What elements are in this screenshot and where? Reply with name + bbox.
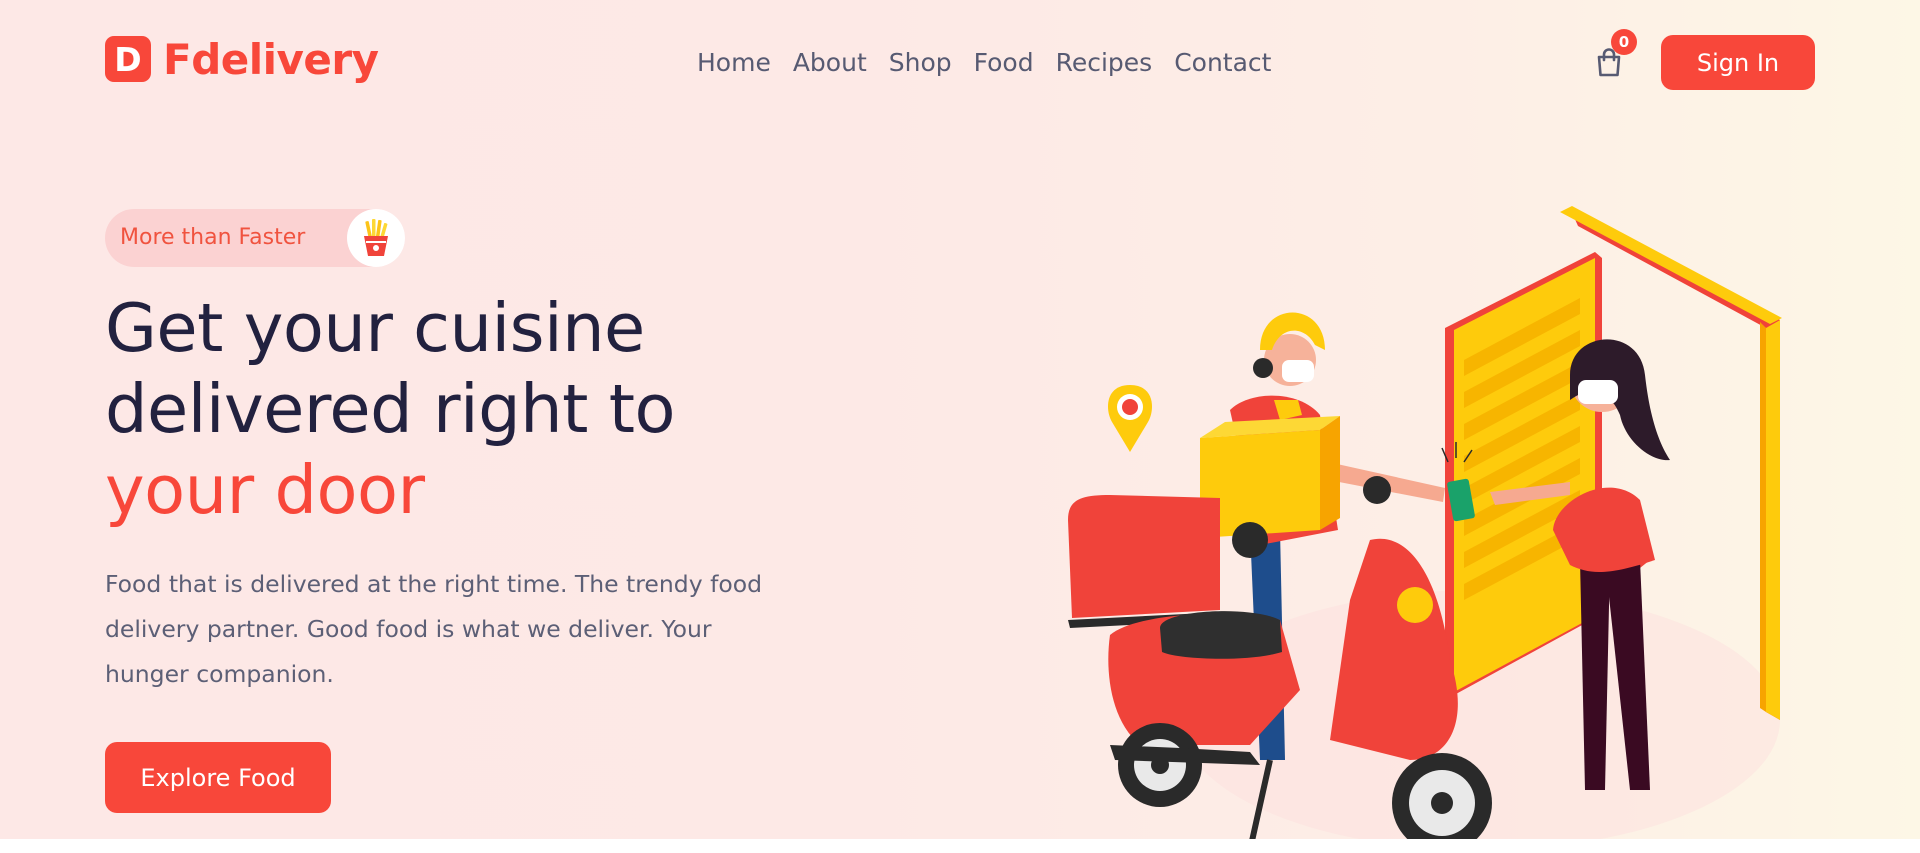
cart-count-badge: 0 xyxy=(1611,29,1637,55)
page: D Fdelivery Home About Shop Food Recipes… xyxy=(0,0,1920,853)
fries-icon xyxy=(364,219,388,256)
headline-line-2: delivered right to xyxy=(105,370,675,448)
nav-food[interactable]: Food xyxy=(974,48,1034,77)
nav-home[interactable]: Home xyxy=(697,48,771,77)
hero-description: Food that is delivered at the right time… xyxy=(105,570,763,688)
nav-shop[interactable]: Shop xyxy=(889,48,952,77)
delivery-illustration xyxy=(1068,206,1782,853)
nav-about[interactable]: About xyxy=(793,48,867,77)
tagline-pill: More than Faster xyxy=(105,209,405,267)
tagline-text: More than Faster xyxy=(120,225,306,250)
logo-mark: D xyxy=(105,36,151,82)
headline-accent: your door xyxy=(105,451,425,529)
brand-name: Fdelivery xyxy=(163,34,379,84)
page-bottom-edge xyxy=(0,839,1920,853)
nav-recipes[interactable]: Recipes xyxy=(1056,48,1153,77)
fries-badge xyxy=(347,209,405,267)
main-nav: Home About Shop Food Recipes Contact xyxy=(697,44,1271,80)
explore-food-button[interactable]: Explore Food xyxy=(105,742,331,813)
sign-in-button[interactable]: Sign In xyxy=(1661,35,1815,90)
location-pin-icon xyxy=(1107,385,1153,452)
hero-headline: Get your cuisine delivered right to your… xyxy=(105,288,825,531)
brand-logo[interactable]: D Fdelivery xyxy=(105,34,379,84)
headline-line-1: Get your cuisine xyxy=(105,289,645,367)
nav-contact[interactable]: Contact xyxy=(1174,48,1271,77)
